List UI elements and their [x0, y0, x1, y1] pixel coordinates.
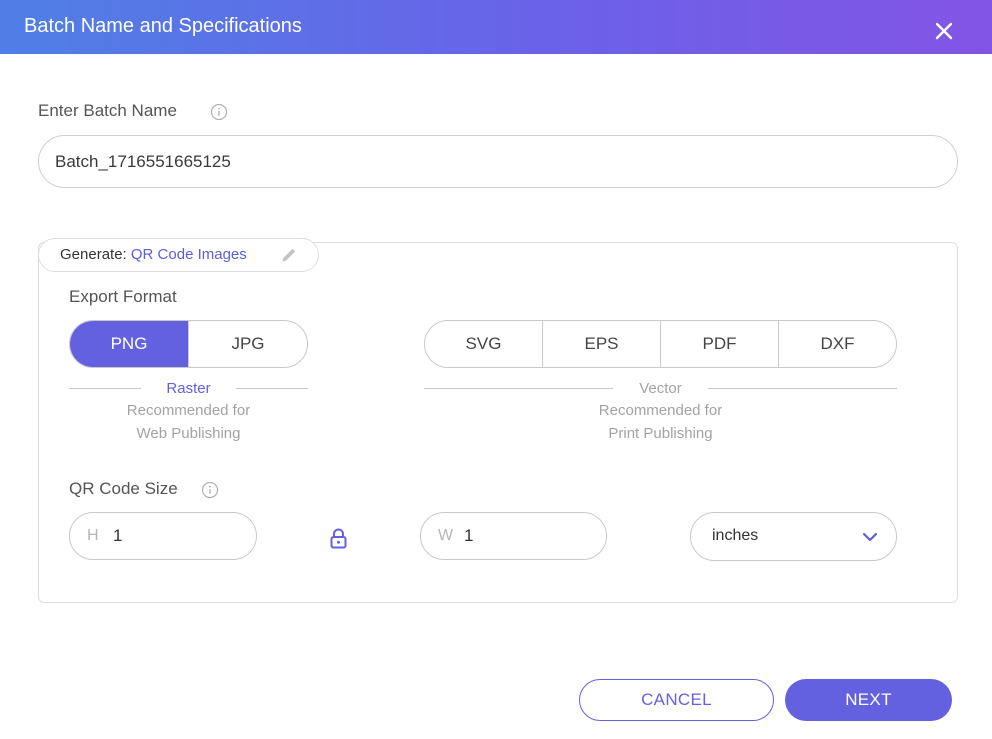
width-prefix: W: [438, 527, 454, 544]
unit-select[interactable]: inches: [690, 512, 897, 561]
raster-divider-left: [69, 388, 141, 389]
format-dxf-button[interactable]: DXF: [778, 321, 896, 367]
vector-note-line2: Print Publishing: [608, 425, 713, 442]
generate-label: Generate:: [60, 246, 127, 263]
raster-note-line2: Web Publishing: [136, 425, 241, 442]
info-icon[interactable]: [210, 103, 228, 121]
raster-format-group: PNG JPG: [69, 320, 308, 368]
dialog-title: Batch Name and Specifications: [24, 15, 302, 37]
vector-note-line1: Recommended for: [598, 402, 723, 419]
height-field: H: [69, 512, 257, 560]
batch-name-input[interactable]: [38, 135, 958, 188]
close-icon[interactable]: [929, 16, 959, 46]
unit-value: inches: [712, 527, 759, 544]
raster-note: Recommended for Web Publishing: [69, 399, 308, 445]
raster-note-line1: Recommended for: [126, 402, 251, 419]
format-pdf-button[interactable]: PDF: [660, 321, 778, 367]
dialog-header: Batch Name and Specifications: [0, 0, 992, 54]
close-button[interactable]: [929, 16, 959, 46]
vector-note: Recommended for Print Publishing: [424, 399, 897, 445]
vector-category-label: Vector: [639, 380, 682, 397]
raster-divider-right: [236, 388, 308, 389]
raster-category-label: Raster: [166, 380, 211, 397]
vector-divider-right: [708, 388, 897, 389]
chevron-down-icon: [862, 532, 878, 542]
height-input[interactable]: [113, 522, 233, 550]
width-input[interactable]: [464, 522, 584, 550]
export-format-label: Export Format: [69, 287, 177, 306]
cancel-button[interactable]: CANCEL: [579, 679, 774, 721]
batch-name-label: Enter Batch Name: [38, 101, 177, 120]
format-svg-button[interactable]: SVG: [425, 321, 542, 367]
vector-divider-left: [424, 388, 613, 389]
qr-size-label: QR Code Size: [69, 479, 178, 498]
format-eps-button[interactable]: EPS: [542, 321, 660, 367]
pencil-icon[interactable]: [280, 246, 298, 264]
next-button[interactable]: NEXT: [785, 679, 952, 721]
lock-icon[interactable]: [329, 528, 348, 549]
width-field: W: [420, 512, 607, 560]
generate-value[interactable]: QR Code Images: [131, 246, 247, 263]
info-icon[interactable]: [201, 481, 219, 499]
generate-selector[interactable]: Generate: QR Code Images: [38, 238, 319, 272]
vector-format-group: SVG EPS PDF DXF: [424, 320, 897, 368]
format-png-button[interactable]: PNG: [70, 321, 188, 367]
height-prefix: H: [87, 527, 99, 544]
format-jpg-button[interactable]: JPG: [188, 321, 307, 367]
